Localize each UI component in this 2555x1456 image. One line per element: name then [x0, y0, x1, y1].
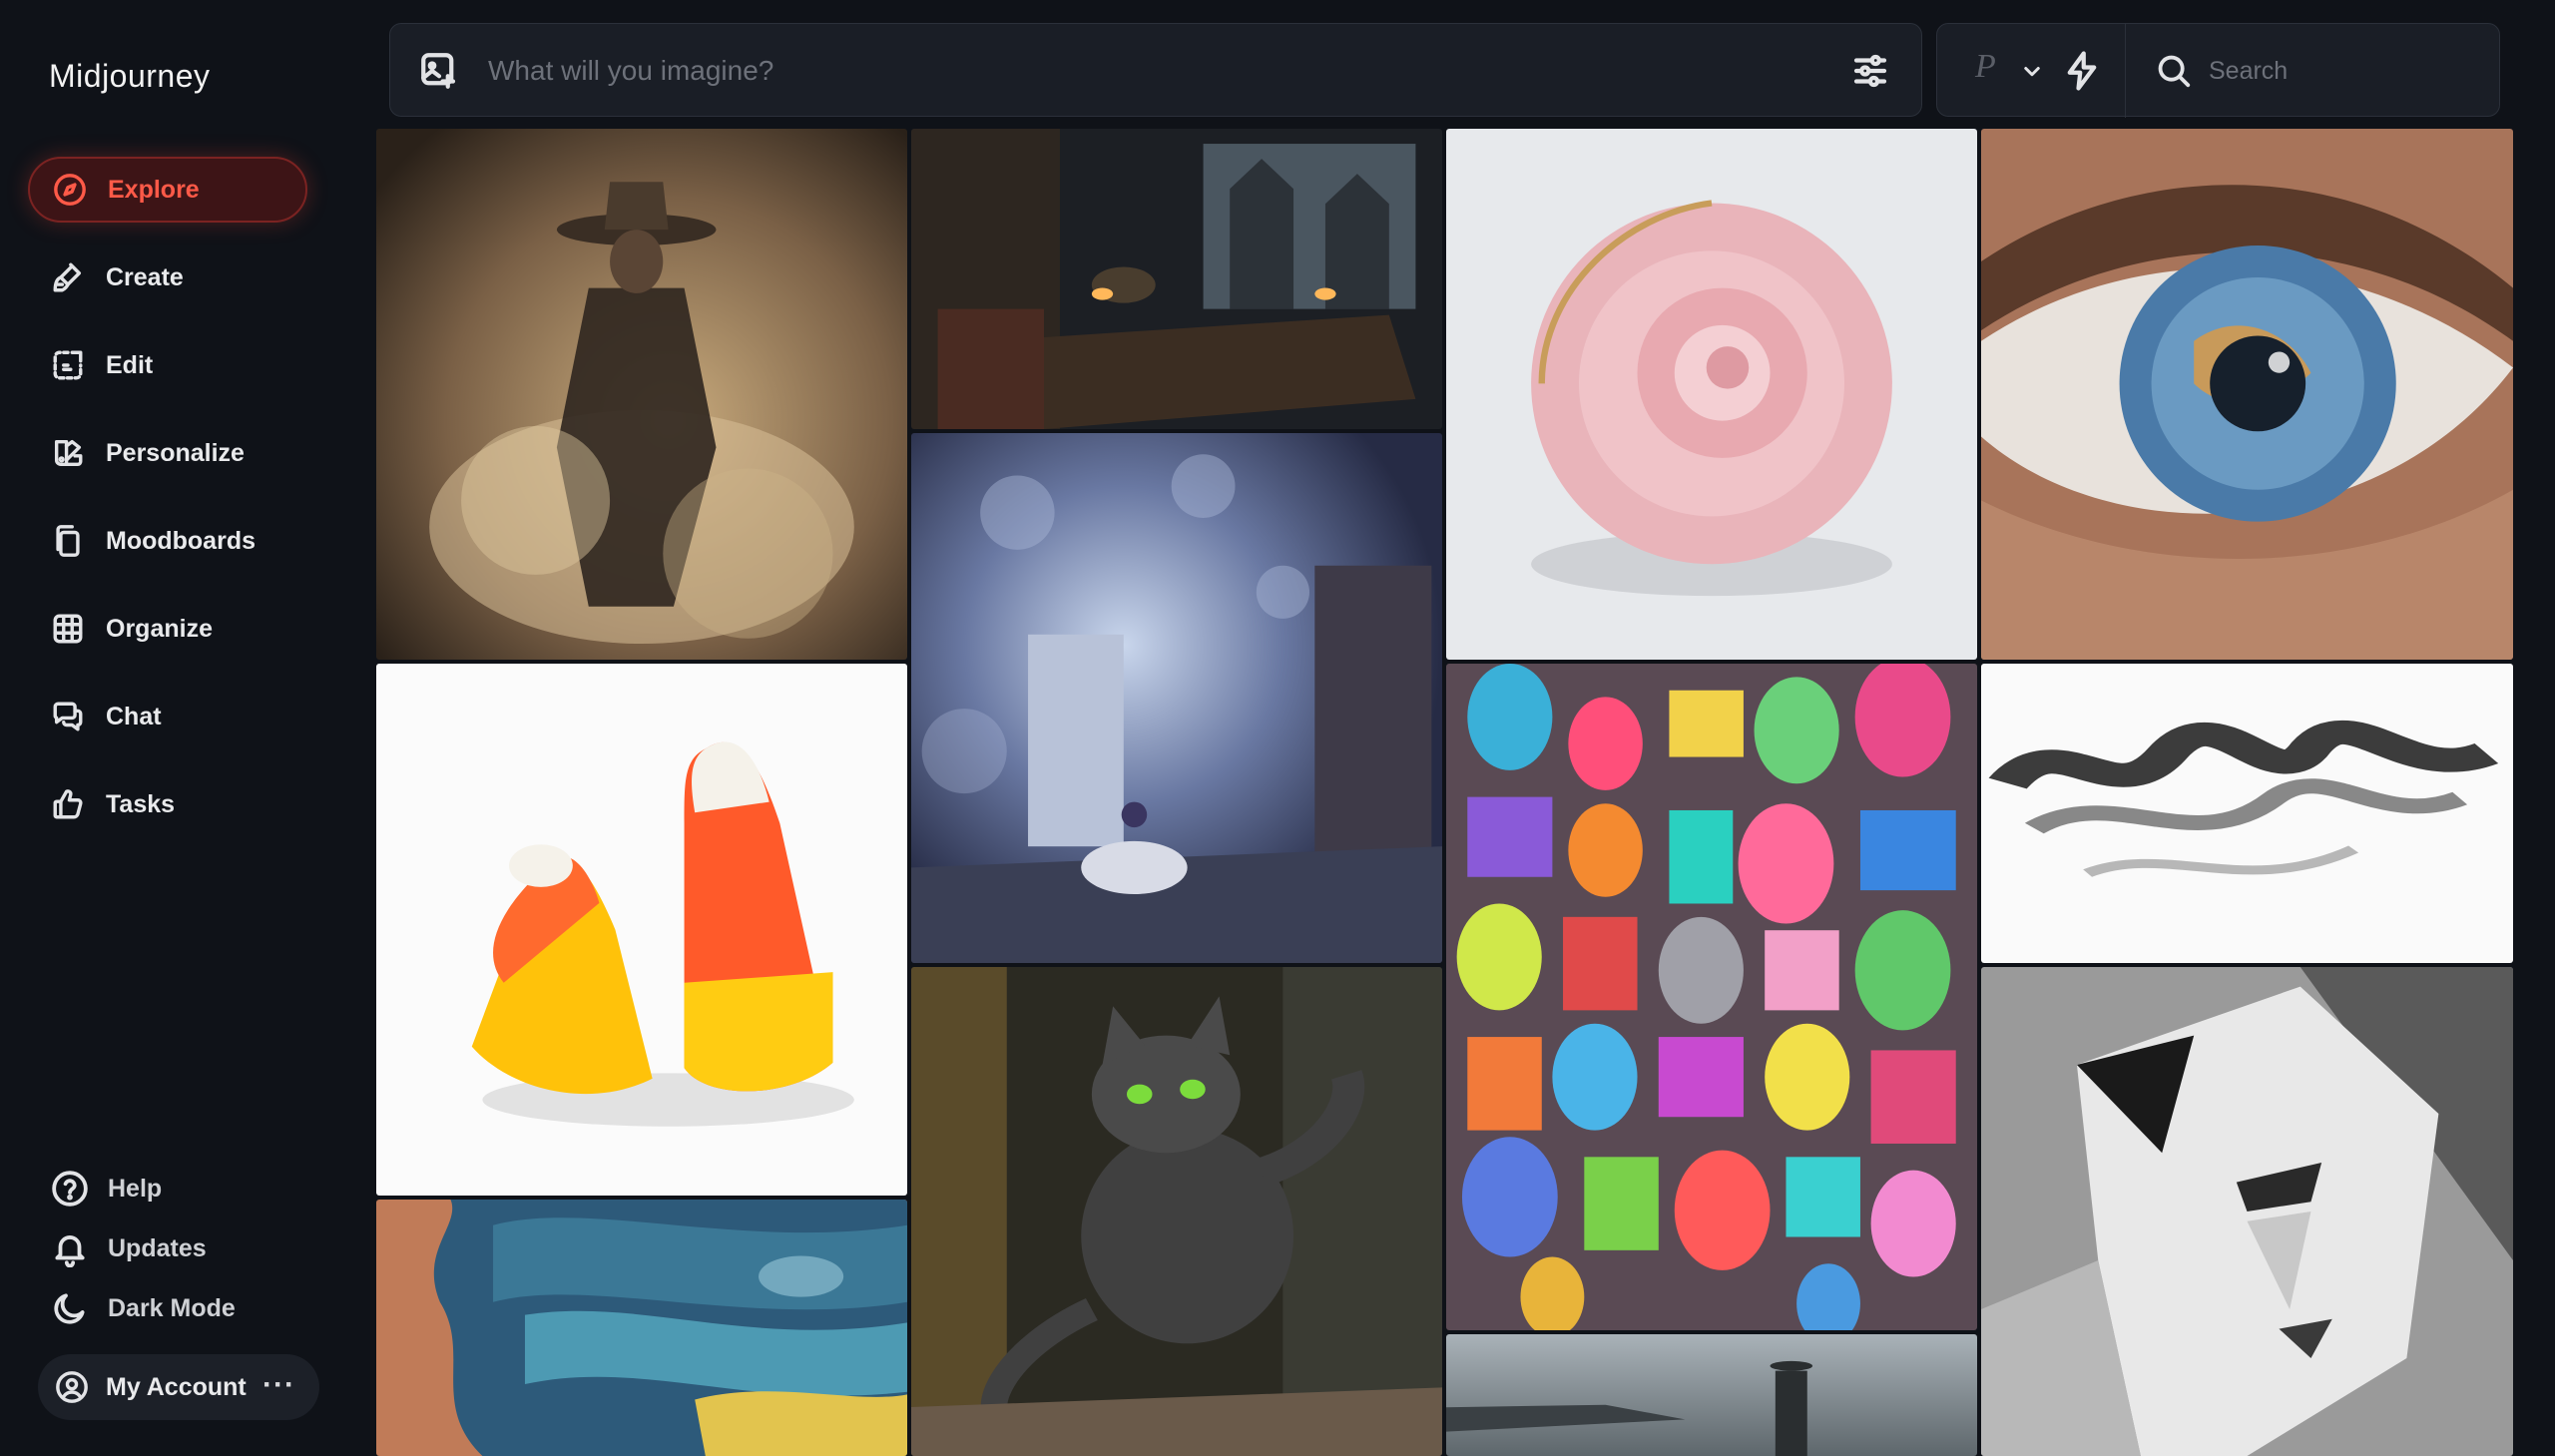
nav-item-label: Personalize — [106, 438, 245, 467]
nav-item-create[interactable]: Create — [28, 244, 307, 310]
gallery-image-bubble-library[interactable] — [911, 433, 1442, 963]
brush-icon — [50, 259, 86, 295]
brand-logo[interactable]: Midjourney — [49, 58, 211, 95]
nav-item-tasks[interactable]: Tasks — [28, 771, 307, 837]
gallery-image-black-smoke[interactable] — [1981, 664, 2513, 963]
gallery-image-cowboy[interactable] — [376, 129, 907, 660]
help-label: Help — [108, 1174, 163, 1203]
nav-item-label: Explore — [108, 175, 200, 204]
updates-link[interactable]: Updates — [50, 1225, 207, 1271]
sidebar: Midjourney Explore Create Edit Personali… — [0, 0, 359, 1456]
nav-item-explore[interactable]: Explore — [28, 157, 307, 223]
gallery-image-pierrot-mask[interactable] — [1981, 967, 2513, 1456]
tools-bar: P — [1936, 23, 2500, 118]
updates-label: Updates — [108, 1233, 207, 1262]
grid-icon — [50, 611, 86, 647]
help-icon — [50, 1169, 90, 1209]
gallery-image-dancing-cat[interactable] — [911, 967, 1442, 1456]
dark-mode-toggle[interactable]: Dark Mode — [50, 1285, 236, 1331]
nav-item-label: Moodboards — [106, 526, 256, 555]
chat-icon — [50, 699, 86, 734]
gallery-image-earth-eye[interactable] — [1981, 129, 2513, 660]
divider — [2125, 24, 2126, 118]
edit-icon — [50, 347, 86, 383]
settings-sliders-icon[interactable] — [1849, 50, 1891, 92]
nav-item-label: Tasks — [106, 789, 176, 818]
nav-item-moodboards[interactable]: Moodboards — [28, 508, 307, 574]
account-label: My Account — [106, 1372, 247, 1401]
moon-icon — [50, 1288, 90, 1328]
nav-item-label: Chat — [106, 702, 162, 730]
search-icon — [2155, 52, 2193, 90]
dark-mode-label: Dark Mode — [108, 1293, 236, 1322]
user-icon — [54, 1369, 90, 1405]
account-button[interactable]: My Account ··· — [38, 1354, 319, 1420]
gallery-image-sticker-collage[interactable] — [1446, 664, 1977, 1330]
compass-icon — [52, 172, 88, 208]
gallery-image-gothic-library[interactable] — [911, 129, 1442, 429]
help-link[interactable]: Help — [50, 1166, 162, 1212]
nav-item-chat[interactable]: Chat — [28, 684, 307, 749]
nav-item-label: Edit — [106, 350, 154, 379]
more-options-icon[interactable]: ··· — [262, 1368, 295, 1402]
gallery-image-paper-clouds[interactable] — [376, 1200, 907, 1456]
prompt-input[interactable] — [486, 46, 1784, 96]
nav-item-personalize[interactable]: Personalize — [28, 420, 307, 486]
prompt-bar — [389, 23, 1922, 117]
search-input[interactable] — [2207, 48, 2476, 94]
gallery-image-pink-rose-purse[interactable] — [1446, 129, 1977, 660]
chevron-down-icon[interactable] — [2017, 56, 2047, 86]
nav-item-organize[interactable]: Organize — [28, 596, 307, 662]
nav-item-edit[interactable]: Edit — [28, 332, 307, 398]
personalize-toggle[interactable]: P — [1975, 48, 1996, 86]
add-image-icon[interactable] — [418, 50, 460, 92]
moodboards-icon — [50, 523, 86, 559]
lightning-icon[interactable] — [2061, 50, 2103, 92]
personalize-icon — [50, 435, 86, 471]
nav-item-label: Create — [106, 262, 184, 291]
thumbs-up-icon — [50, 786, 86, 822]
nav-item-label: Organize — [106, 614, 213, 643]
bell-icon — [50, 1228, 90, 1268]
gallery-image-candy-corn[interactable] — [376, 664, 907, 1196]
gallery-image-man-by-sea[interactable] — [1446, 1334, 1977, 1456]
